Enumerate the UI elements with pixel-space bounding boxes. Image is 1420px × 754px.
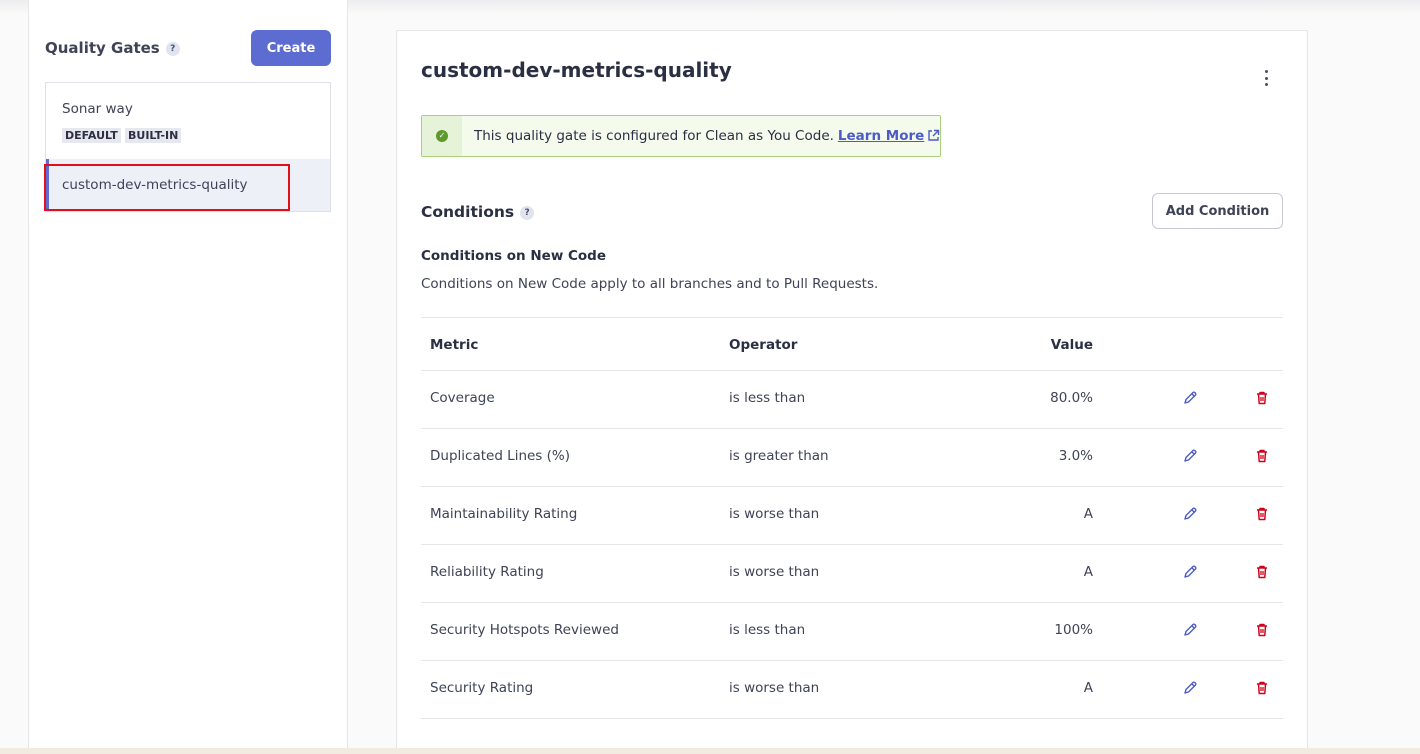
kebab-menu-icon[interactable] <box>1257 67 1275 89</box>
edit-pencil-icon[interactable] <box>1182 448 1198 464</box>
delete-trash-icon[interactable] <box>1254 680 1270 696</box>
operator-cell: is worse than <box>729 506 820 522</box>
metric-cell: Coverage <box>430 390 495 406</box>
check-circle-icon: ✓ <box>436 130 448 142</box>
new-code-description: Conditions on New Code apply to all bran… <box>421 276 879 292</box>
table-row: Coverage is less than 80.0% <box>421 371 1283 429</box>
value-cell: 80.0% <box>1050 390 1093 406</box>
gate-name: Sonar way <box>62 101 133 117</box>
value-cell: 3.0% <box>1058 448 1093 464</box>
table-row: Security Hotspots Reviewed is less than 10… <box>421 603 1283 661</box>
conditions-table: Metric Operator Value Coverage is less th… <box>421 317 1283 719</box>
operator-cell: is less than <box>729 622 806 638</box>
learn-more-label: Learn More <box>837 128 925 144</box>
operator-cell: is less than <box>729 390 806 406</box>
quality-gate-details: custom-dev-metrics-quality ✓ This qualit… <box>396 30 1308 754</box>
edit-pencil-icon[interactable] <box>1182 622 1198 638</box>
metric-cell: Duplicated Lines (%) <box>430 448 570 464</box>
add-condition-button[interactable]: Add Condition <box>1152 193 1283 229</box>
metric-cell: Security Rating <box>430 680 534 696</box>
metric-cell: Maintainability Rating <box>430 506 578 522</box>
banner-message: This quality gate is configured for Clea… <box>474 128 940 144</box>
create-button[interactable]: Create <box>251 30 331 66</box>
value-cell: A <box>1083 506 1093 522</box>
metric-cell: Reliability Rating <box>430 564 544 580</box>
delete-trash-icon[interactable] <box>1254 506 1270 522</box>
bottom-strip <box>0 748 1420 754</box>
table-row: Maintainability Rating is worse than A <box>421 487 1283 545</box>
banner-text: This quality gate is configured for Clea… <box>474 128 834 144</box>
value-cell: 100% <box>1054 622 1093 638</box>
table-row: Reliability Rating is worse than A <box>421 545 1283 603</box>
value-cell: A <box>1083 680 1093 696</box>
delete-trash-icon[interactable] <box>1254 564 1270 580</box>
delete-trash-icon[interactable] <box>1254 390 1270 406</box>
metric-column-header: Metric <box>430 337 479 353</box>
edit-pencil-icon[interactable] <box>1182 564 1198 580</box>
help-icon[interactable]: ? <box>165 41 180 56</box>
table-row: Duplicated Lines (%) is greater than 3.0% <box>421 429 1283 487</box>
metric-cell: Security Hotspots Reviewed <box>430 622 619 638</box>
new-code-subtitle: Conditions on New Code <box>421 248 606 264</box>
operator-cell: is greater than <box>729 448 829 464</box>
default-badge: DEFAULT <box>62 128 121 143</box>
value-cell: A <box>1083 564 1093 580</box>
operator-cell: is worse than <box>729 564 820 580</box>
help-icon[interactable]: ? <box>520 205 535 220</box>
edit-pencil-icon[interactable] <box>1182 680 1198 696</box>
operator-column-header: Operator <box>729 337 798 353</box>
built-in-badge: BUILT-IN <box>125 128 182 143</box>
edit-pencil-icon[interactable] <box>1182 390 1198 406</box>
external-link-icon <box>928 129 940 141</box>
conditions-heading: Conditions? <box>421 203 535 221</box>
sidebar-title-text: Quality Gates <box>45 39 160 57</box>
conditions-title: Conditions <box>421 203 515 221</box>
operator-cell: is worse than <box>729 680 820 696</box>
banner-icon-area: ✓ <box>422 116 462 156</box>
sidebar-title: Quality Gates? <box>45 39 180 57</box>
gate-item-sonar-way[interactable]: Sonar way DEFAULT BUILT-IN <box>46 83 330 159</box>
selection-highlight-box <box>44 164 290 211</box>
page-title: custom-dev-metrics-quality <box>421 58 732 82</box>
quality-gates-sidebar: Quality Gates? Create Sonar way DEFAULT … <box>28 0 348 748</box>
clean-as-you-code-banner: ✓ This quality gate is configured for Cl… <box>421 115 941 157</box>
learn-more-link[interactable]: Learn More <box>838 128 940 144</box>
delete-trash-icon[interactable] <box>1254 622 1270 638</box>
value-column-header: Value <box>1050 337 1093 353</box>
table-header: Metric Operator Value <box>421 318 1283 371</box>
edit-pencil-icon[interactable] <box>1182 506 1198 522</box>
table-row: Security Rating is worse than A <box>421 661 1283 719</box>
delete-trash-icon[interactable] <box>1254 448 1270 464</box>
